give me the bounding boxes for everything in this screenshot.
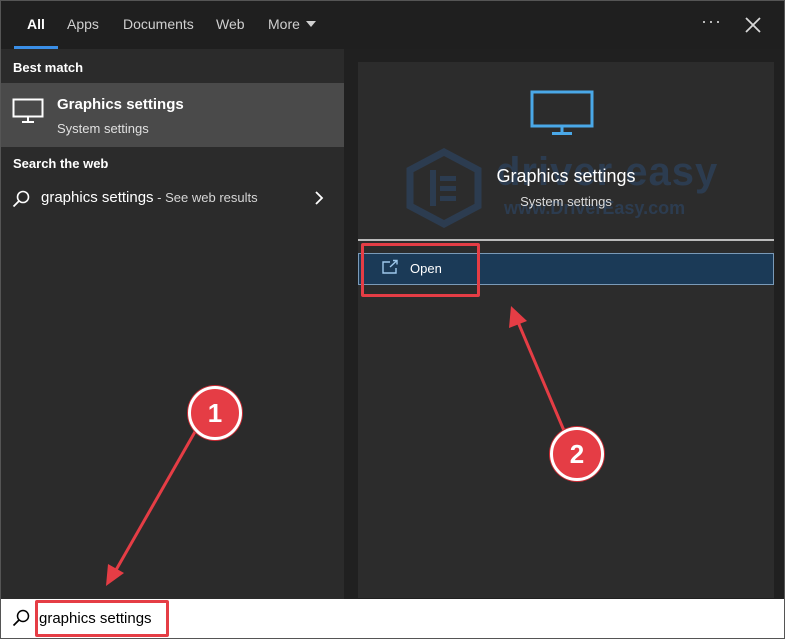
ellipsis-icon[interactable]: ··· — [701, 11, 722, 32]
web-result-text: graphics settings - See web results — [41, 189, 258, 206]
web-result-item[interactable]: graphics settings - See web results — [1, 181, 344, 217]
search-icon — [12, 609, 30, 627]
web-result-suffix: - See web results — [153, 190, 258, 205]
tab-web[interactable]: Web — [216, 1, 245, 49]
tab-label: All — [27, 16, 45, 32]
preview-title: Graphics settings — [496, 166, 636, 186]
search-box[interactable] — [1, 599, 784, 638]
tab-documents[interactable]: Documents — [123, 1, 194, 49]
web-result-query: graphics settings — [41, 189, 154, 206]
best-match-title: Graphics settings — [57, 96, 184, 113]
chevron-down-icon — [305, 21, 316, 27]
tab-all[interactable]: All — [14, 1, 58, 49]
preview-pane: driver easy www.DriverEasy.com Graphics … — [344, 49, 784, 599]
tab-label: Documents — [123, 16, 194, 32]
preview-divider — [358, 239, 774, 241]
watermark-logo: driver easy www.DriverEasy.com — [404, 148, 724, 228]
search-icon — [12, 190, 30, 208]
best-match-item[interactable]: Graphics settings System settings — [1, 83, 344, 147]
tab-apps[interactable]: Apps — [67, 1, 99, 49]
open-action-label: Open — [410, 261, 442, 276]
preview-subtitle: System settings — [520, 194, 612, 209]
search-web-heading: Search the web — [13, 156, 109, 171]
monitor-icon — [12, 98, 44, 123]
best-match-heading: Best match — [13, 60, 84, 75]
preview-card: driver easy www.DriverEasy.com Graphics … — [358, 62, 774, 598]
close-icon[interactable] — [741, 13, 765, 37]
open-window-icon — [382, 259, 398, 274]
windows-search-panel: All Apps Documents Web More ··· Best mat… — [0, 0, 785, 639]
tab-label: More — [268, 16, 300, 32]
monitor-icon — [530, 90, 594, 135]
results-pane: Best match Graphics settings System sett… — [1, 49, 344, 599]
tab-more[interactable]: More — [268, 1, 316, 49]
tab-label: Apps — [67, 16, 99, 32]
open-action-button[interactable]: Open — [358, 253, 774, 285]
filter-tab-bar: All Apps Documents Web More ··· — [1, 1, 784, 49]
tab-label: Web — [216, 16, 245, 32]
search-input[interactable] — [39, 605, 739, 631]
best-match-subtitle: System settings — [57, 121, 149, 136]
chevron-right-icon[interactable] — [313, 189, 325, 207]
